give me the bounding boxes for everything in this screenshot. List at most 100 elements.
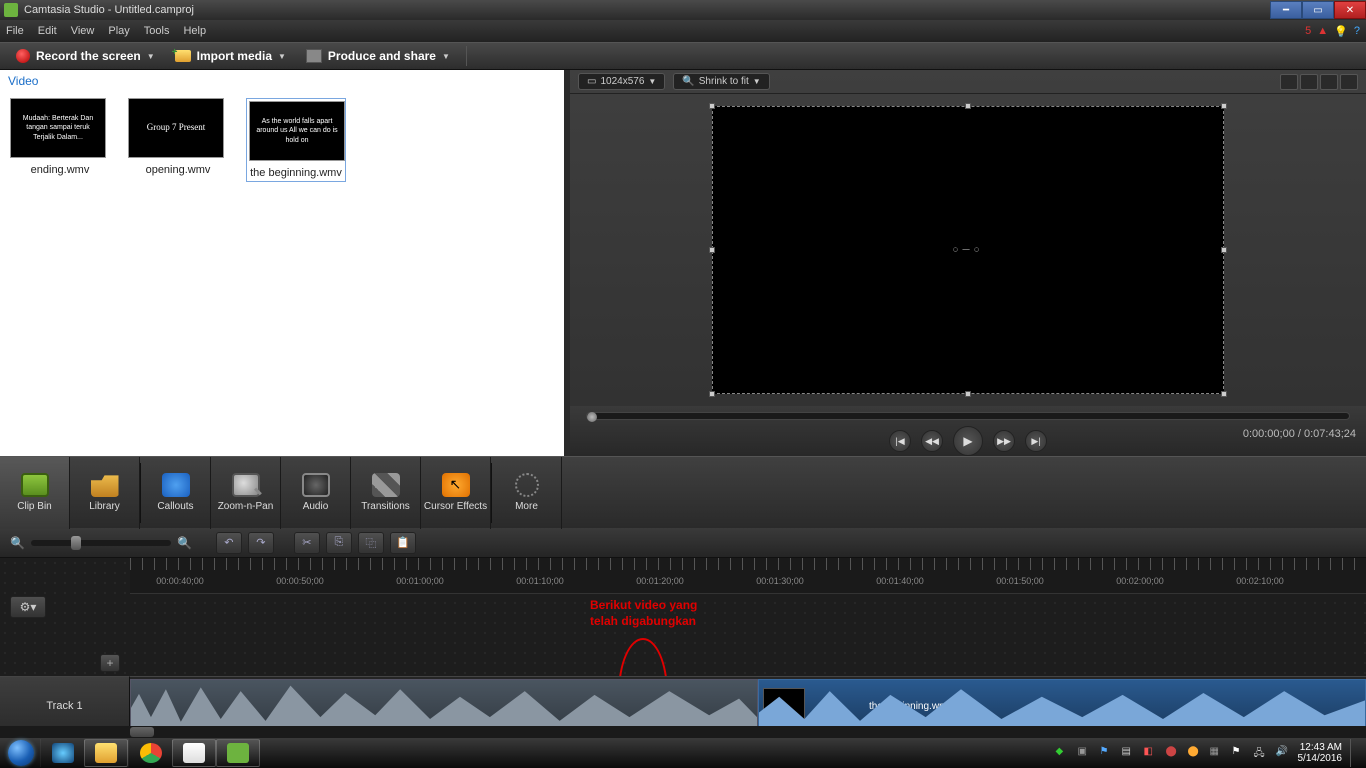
- menu-tools[interactable]: Tools: [144, 25, 170, 37]
- tray-icon[interactable]: ⚑: [1100, 746, 1114, 760]
- taskbar-app[interactable]: [40, 739, 84, 767]
- rewind-button[interactable]: ◀◀: [921, 430, 943, 452]
- paste-button[interactable]: 📋: [390, 532, 416, 554]
- timeline-ruler[interactable]: 00:00:40;00 00:00:50;00 00:01:00;00 00:0…: [130, 558, 1366, 594]
- info-icon[interactable]: ?: [1354, 25, 1360, 37]
- preview-detach-button[interactable]: [1340, 74, 1358, 90]
- preview-tool-button[interactable]: [1280, 74, 1298, 90]
- windows-taskbar: ◆ ▣ ⚑ ▤ ◧ ⬤ ⬤ ▦ ⚑ 🖧 🔊 12:43 AM 5/14/2016: [0, 738, 1366, 768]
- tray-icon[interactable]: ▦: [1210, 746, 1224, 760]
- chevron-down-icon: ▼: [753, 77, 761, 86]
- app-icon: [52, 743, 74, 763]
- prev-clip-button[interactable]: |◀: [889, 430, 911, 452]
- tab-library[interactable]: Library: [70, 457, 140, 529]
- copy-button[interactable]: ⿻: [358, 532, 384, 554]
- menu-edit[interactable]: Edit: [38, 25, 57, 37]
- produce-share-button[interactable]: Produce and share ▼: [298, 46, 458, 66]
- tab-audio[interactable]: Audio: [281, 457, 351, 529]
- camtasia-icon: [227, 743, 249, 763]
- chevron-down-icon: ▼: [278, 52, 286, 61]
- tray-clock[interactable]: 12:43 AM 5/14/2016: [1298, 742, 1343, 764]
- tray-icon[interactable]: ◆: [1056, 746, 1070, 760]
- scrubber-handle[interactable]: [587, 412, 597, 422]
- tray-network-icon[interactable]: 🖧: [1254, 746, 1268, 760]
- next-clip-button[interactable]: ▶|: [1025, 430, 1047, 452]
- preview-tool-button[interactable]: [1320, 74, 1338, 90]
- slider-thumb[interactable]: [71, 536, 81, 550]
- timeline-clip-selected[interactable]: the beginning.wmv: [758, 679, 1366, 733]
- bulb-icon[interactable]: 💡: [1334, 25, 1348, 38]
- menu-view[interactable]: View: [71, 25, 95, 37]
- notification-count[interactable]: 5: [1305, 25, 1311, 37]
- taskbar-paint[interactable]: [172, 739, 216, 767]
- timeline-zoom-slider[interactable]: [31, 540, 171, 546]
- start-button[interactable]: [2, 739, 40, 767]
- tray-icon[interactable]: ⬤: [1188, 746, 1202, 760]
- timeline-options-button[interactable]: ⚙▾: [10, 596, 46, 618]
- ruler-tick: 00:00:50;00: [276, 576, 324, 586]
- tray-icon[interactable]: ◧: [1144, 746, 1158, 760]
- tray-icon[interactable]: ▤: [1122, 746, 1136, 760]
- play-button[interactable]: ▶: [953, 426, 983, 456]
- clip-bin-panel: Video Mudaah: Berterak Dan tangan sampai…: [0, 70, 564, 456]
- resize-handle[interactable]: [1221, 247, 1227, 253]
- tray-icon[interactable]: ▣: [1078, 746, 1092, 760]
- menu-help[interactable]: Help: [183, 25, 206, 37]
- resize-handle[interactable]: [1221, 103, 1227, 109]
- tab-cursor-effects[interactable]: Cursor Effects: [421, 457, 491, 529]
- preview-scrubber[interactable]: [586, 412, 1350, 420]
- clip-item-selected[interactable]: As the world falls apart around us All w…: [246, 98, 346, 182]
- zoom-in-icon[interactable]: 🔍: [177, 536, 192, 550]
- tray-volume-icon[interactable]: 🔊: [1276, 746, 1290, 760]
- menu-play[interactable]: Play: [108, 25, 129, 37]
- window-maximize-button[interactable]: ▭: [1302, 1, 1334, 19]
- tray-icon[interactable]: ⬤: [1166, 746, 1180, 760]
- show-desktop-button[interactable]: [1350, 739, 1358, 767]
- folder-import-icon: [175, 50, 191, 62]
- import-media-button[interactable]: Import media ▼: [167, 46, 294, 66]
- tab-clip-bin[interactable]: Clip Bin: [0, 457, 70, 529]
- add-track-button[interactable]: +: [100, 654, 120, 672]
- clapboard-icon: [306, 49, 322, 63]
- preview-tool-button[interactable]: [1300, 74, 1318, 90]
- tab-more[interactable]: More: [492, 457, 562, 529]
- chevron-down-icon: ▼: [442, 52, 450, 61]
- forward-button[interactable]: ▶▶: [993, 430, 1015, 452]
- cut-button[interactable]: ✂: [294, 532, 320, 554]
- resize-handle[interactable]: [965, 391, 971, 397]
- window-close-button[interactable]: ✕: [1334, 1, 1366, 19]
- preview-canvas[interactable]: ○─○: [712, 106, 1224, 394]
- resize-handle[interactable]: [709, 103, 715, 109]
- rotate-handle-icon[interactable]: ○─○: [952, 245, 983, 256]
- bell-icon[interactable]: ▲: [1317, 25, 1328, 37]
- ruler-tick: 00:01:10;00: [516, 576, 564, 586]
- undo-button[interactable]: ↶: [216, 532, 242, 554]
- menu-file[interactable]: File: [6, 25, 24, 37]
- taskbar-chrome[interactable]: [128, 739, 172, 767]
- resize-handle[interactable]: [709, 391, 715, 397]
- split-button[interactable]: ⎘: [326, 532, 352, 554]
- scrollbar-grip[interactable]: [130, 727, 154, 737]
- taskbar-explorer[interactable]: [84, 739, 128, 767]
- zoom-fit-selector[interactable]: 🔍 Shrink to fit ▼: [673, 73, 769, 90]
- clip-item[interactable]: Group 7 Present opening.wmv: [128, 98, 228, 182]
- separator: [466, 46, 467, 66]
- more-icon: [513, 473, 541, 497]
- resize-handle[interactable]: [709, 247, 715, 253]
- resize-handle[interactable]: [1221, 391, 1227, 397]
- zoom-out-icon[interactable]: 🔍: [10, 536, 25, 550]
- timeline-clip[interactable]: [130, 679, 758, 733]
- tab-callouts[interactable]: Callouts: [141, 457, 211, 529]
- window-minimize-button[interactable]: ━: [1270, 1, 1302, 19]
- tab-zoom-pan[interactable]: Zoom-n-Pan: [211, 457, 281, 529]
- timeline-h-scrollbar[interactable]: [0, 726, 1366, 738]
- redo-button[interactable]: ↷: [248, 532, 274, 554]
- canvas-dimensions-selector[interactable]: ▭ 1024x576 ▼: [578, 73, 665, 90]
- annotation-text: Berikut video yangtelah digabungkan: [590, 598, 697, 629]
- resize-handle[interactable]: [965, 103, 971, 109]
- tab-transitions[interactable]: Transitions: [351, 457, 421, 529]
- clip-item[interactable]: Mudaah: Berterak Dan tangan sampai teruk…: [10, 98, 110, 182]
- taskbar-camtasia[interactable]: [216, 739, 260, 767]
- tray-icon[interactable]: ⚑: [1232, 746, 1246, 760]
- record-screen-button[interactable]: Record the screen ▼: [8, 46, 163, 66]
